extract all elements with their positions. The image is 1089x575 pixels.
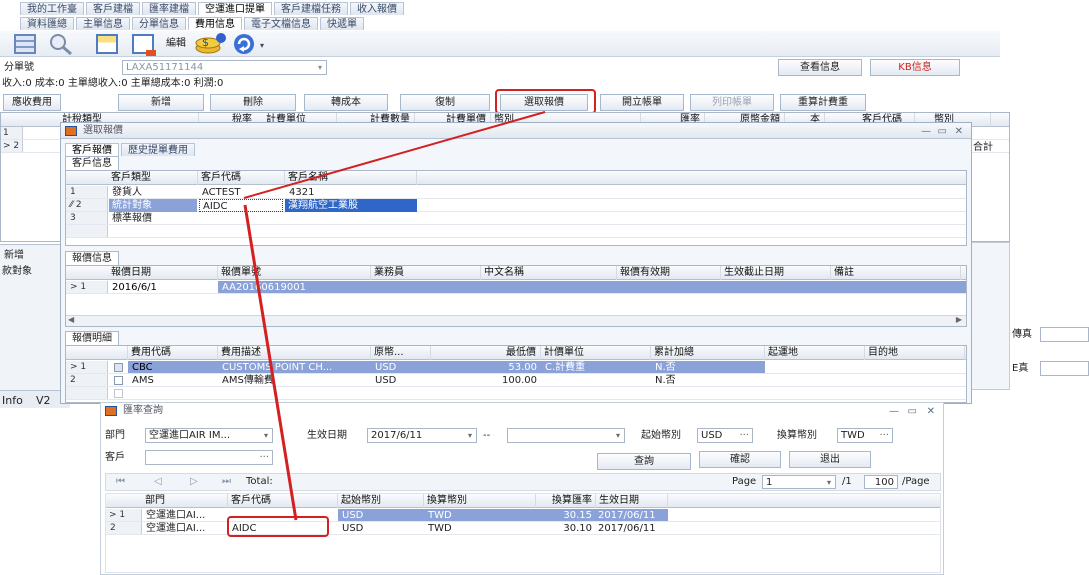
annotation-line-aidc <box>243 204 298 521</box>
annotation-line-quote <box>243 111 546 199</box>
annotation-lines <box>243 111 546 521</box>
